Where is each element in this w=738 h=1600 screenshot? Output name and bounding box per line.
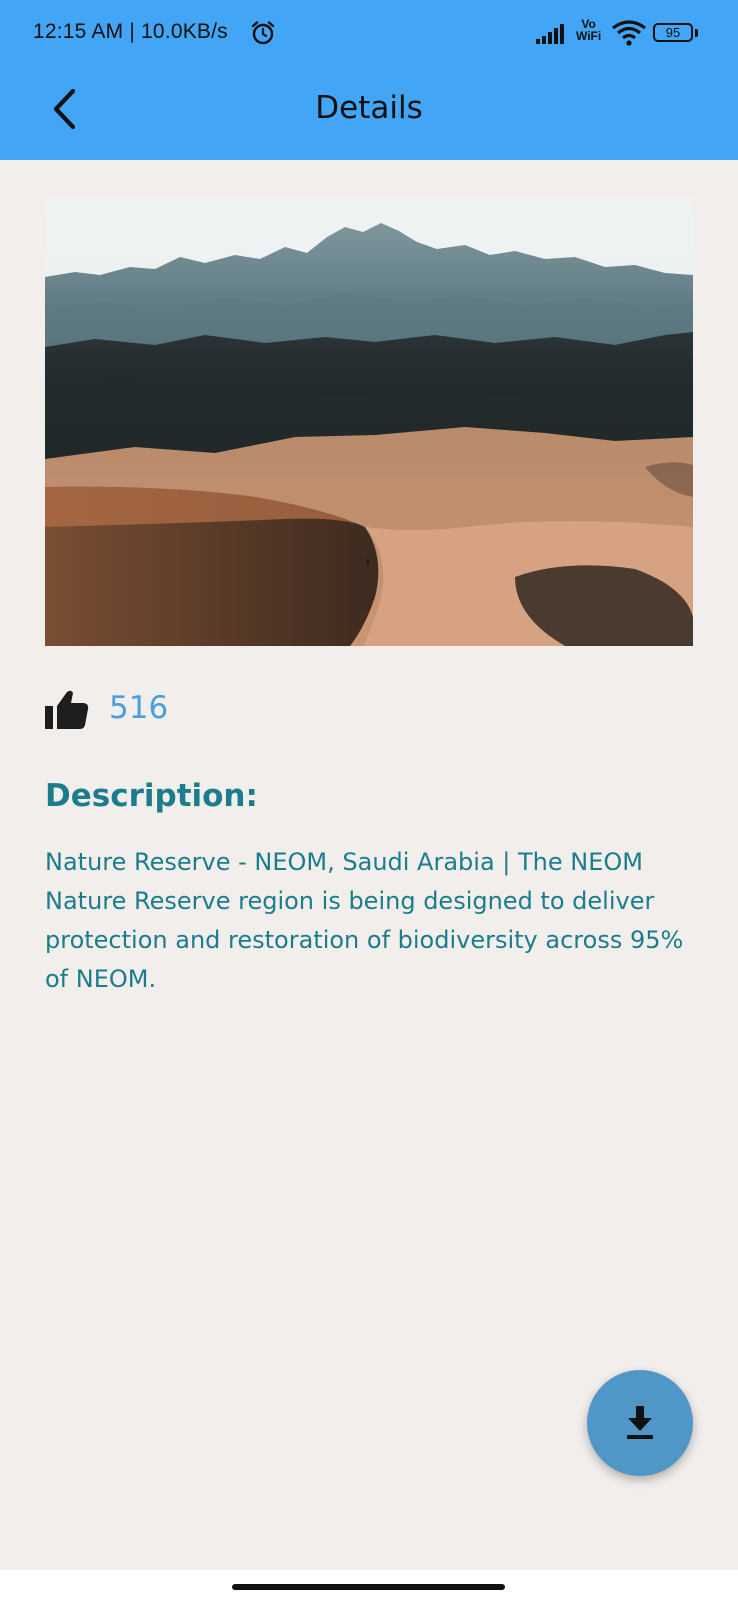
thumbs-up-icon[interactable] — [45, 689, 89, 729]
alarm-icon — [251, 21, 275, 45]
signal-icon — [536, 24, 564, 44]
status-bar: 12:15 AM | 10.0KB/s Vo WiFi 95 — [0, 0, 738, 68]
app-bar: Details — [0, 68, 738, 160]
vowifi-label: Vo WiFi — [576, 17, 602, 43]
wifi-icon — [612, 20, 646, 46]
description-text: Nature Reserve - NEOM, Saudi Arabia | Th… — [45, 848, 684, 993]
page-title: Details — [315, 90, 423, 126]
battery-tip — [695, 29, 698, 37]
download-icon — [627, 1406, 653, 1439]
download-button[interactable] — [587, 1370, 693, 1476]
battery-icon: 95 — [653, 23, 693, 42]
status-time: 12:15 AM | 10.0KB/s — [33, 20, 228, 43]
navigation-bar — [0, 1570, 738, 1600]
home-indicator[interactable] — [232, 1584, 505, 1590]
hero-image — [45, 197, 693, 646]
chevron-left-icon — [53, 88, 76, 130]
back-button[interactable] — [40, 84, 92, 136]
description-heading: Description: — [45, 778, 258, 814]
like-count: 516 — [109, 690, 169, 726]
